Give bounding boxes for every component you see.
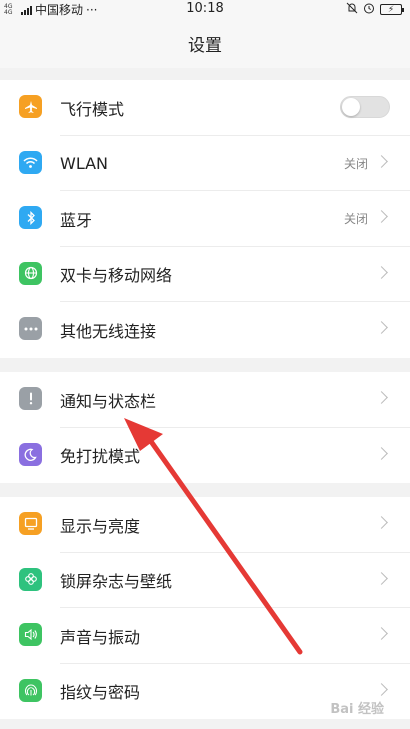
status-bar: 4G 4G 中国移动 ··· 10:18 ⚡: [0, 0, 410, 18]
settings-item-label: 其他无线连接: [60, 321, 157, 341]
settings-item-notifications-status-bar[interactable]: 通知与状态栏: [0, 372, 410, 428]
flower-icon: [19, 567, 42, 591]
settings-item-label: 免打扰模式: [60, 447, 141, 467]
settings-item-value: 关闭: [343, 212, 368, 227]
chevron-right-icon: [375, 391, 388, 404]
settings-item-label: 蓝牙: [60, 210, 93, 230]
chevron-right-icon: [375, 682, 388, 696]
chevron-right-icon: [375, 265, 388, 279]
chevron-right-icon: [375, 446, 388, 460]
bluetooth-icon: [19, 206, 42, 229]
settings-item-display-brightness[interactable]: 显示与亮度: [0, 497, 410, 553]
moon-icon: [19, 442, 42, 466]
settings-item-label: 锁屏杂志与壁纸: [60, 572, 173, 592]
settings-item-bluetooth[interactable]: 蓝牙 关闭: [0, 191, 410, 247]
settings-item-airplane-mode[interactable]: 飞行模式: [0, 80, 410, 136]
settings-item-value: 关闭: [343, 156, 368, 171]
display-icon: [19, 512, 42, 535]
settings-item-label: 双卡与移动网络: [60, 266, 173, 286]
settings-item-lock-screen-wallpaper[interactable]: 锁屏杂志与壁纸: [0, 553, 410, 608]
settings-item-label: 声音与振动: [60, 627, 141, 647]
settings-item-do-not-disturb[interactable]: 免打扰模式: [0, 428, 410, 484]
speaker-icon: [19, 623, 42, 646]
exclamation-icon: [19, 387, 42, 410]
fingerprint-icon: [19, 678, 42, 702]
watermark: Bai 经验: [330, 702, 384, 717]
chevron-right-icon: [375, 321, 388, 334]
airplane-mode-toggle[interactable]: [340, 96, 390, 118]
wifi-icon: [19, 150, 42, 174]
title-bar: 设置: [0, 18, 410, 68]
chevron-right-icon: [375, 516, 388, 529]
alarm-clock-icon: [363, 2, 375, 17]
chevron-right-icon: [375, 571, 388, 585]
chevron-right-icon: [375, 154, 388, 168]
display-settings-group: 显示与亮度 锁屏杂志与壁纸 声音与振动 指纹与密码: [0, 497, 410, 719]
chevron-right-icon: [375, 210, 388, 223]
settings-item-label: 指纹与密码: [60, 683, 141, 703]
globe-icon: [19, 261, 42, 285]
settings-item-label: 通知与状态栏: [60, 391, 157, 411]
settings-item-wlan[interactable]: WLAN 关闭: [0, 136, 410, 191]
silent-bell-icon: [346, 2, 358, 17]
settings-item-dual-sim-network[interactable]: 双卡与移动网络: [0, 247, 410, 302]
wireless-settings-group: 飞行模式 WLAN 关闭 蓝牙 关闭 双卡与移动网络 其他无线连接: [0, 80, 410, 358]
charging-battery-icon: ⚡: [380, 4, 404, 15]
airplane-icon: [19, 95, 42, 118]
settings-item-other-wireless[interactable]: 其他无线连接: [0, 302, 410, 358]
toggle-knob: [342, 98, 360, 116]
page-title: 设置: [188, 36, 222, 56]
settings-item-label: WLAN: [60, 153, 109, 173]
settings-item-label: 飞行模式: [60, 99, 125, 119]
chevron-right-icon: [375, 627, 388, 640]
settings-item-label: 显示与亮度: [60, 516, 141, 536]
notification-settings-group: 通知与状态栏 免打扰模式: [0, 372, 410, 483]
settings-item-sound-vibration[interactable]: 声音与振动: [0, 608, 410, 664]
more-icon: [19, 317, 42, 340]
